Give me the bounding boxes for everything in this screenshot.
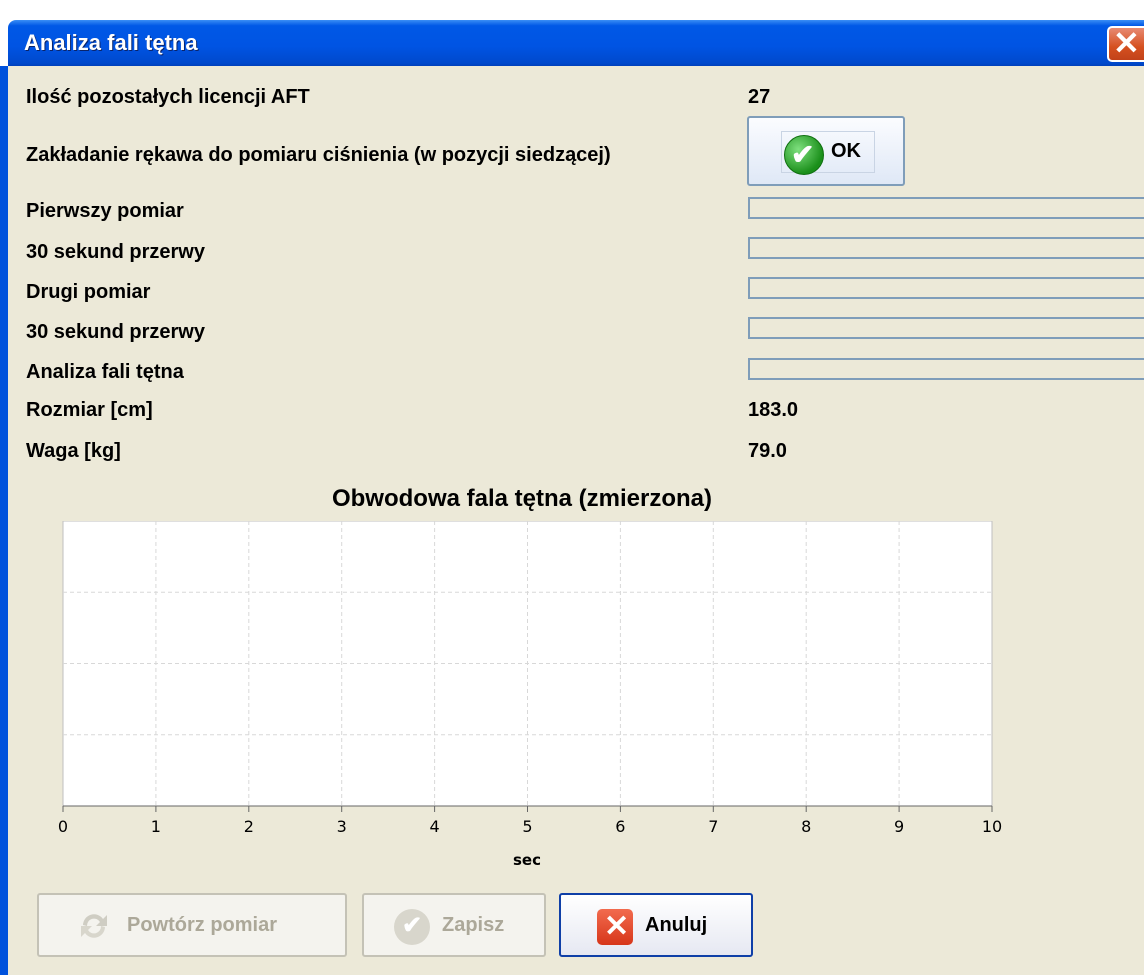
x-axis-label: sec [513, 851, 541, 869]
x-tick-label-5: 5 [522, 817, 532, 836]
close-icon: ✕ [597, 909, 633, 945]
progress-pulse-wave [748, 358, 1144, 380]
progress-first-measurement [748, 197, 1144, 219]
save-button[interactable]: ✔ Zapisz [362, 893, 546, 957]
chart-title: Obwodowa fala tętna (zmierzona) [331, 485, 713, 512]
close-icon: ✕ [1113, 25, 1140, 61]
ok-button[interactable]: ✔ OK [747, 116, 905, 186]
cancel-button-label: Anuluj [645, 914, 708, 936]
licenses-value: 27 [748, 86, 771, 108]
x-tick-label-10: 10 [982, 817, 1002, 836]
dialog-window: Analiza fali tętna ✕ Ilość pozostałych l… [0, 0, 1144, 975]
x-tick-label-3: 3 [337, 817, 347, 836]
close-button[interactable]: ✕ [1107, 25, 1144, 62]
title-bar[interactable]: Analiza fali tętna ✕ [0, 0, 1144, 68]
window-frame-left [0, 66, 8, 975]
x-tick-label-7: 7 [708, 817, 718, 836]
step-label-pulse-wave: Analiza fali tętna [26, 361, 184, 383]
x-tick-label-6: 6 [615, 817, 625, 836]
size-label: Rozmiar [cm] [26, 399, 153, 421]
progress-second-measurement [748, 277, 1144, 299]
x-tick-label-9: 9 [894, 817, 904, 836]
save-button-label: Zapisz [442, 914, 505, 936]
x-axis: 0 1 2 3 4 5 6 7 8 9 10 [58, 805, 1002, 836]
check-circle-icon: ✔ [394, 909, 430, 945]
step-label-pause-2: 30 sekund przerwy [26, 321, 205, 343]
x-tick-label-0: 0 [58, 817, 68, 836]
check-circle-icon: ✔ [784, 135, 824, 175]
refresh-icon [81, 914, 107, 938]
repeat-measurement-label: Powtórz pomiar [127, 914, 278, 936]
cuff-label: Zakładanie rękawa do pomiaru ciśnienia (… [26, 144, 611, 166]
step-label-second-measurement: Drugi pomiar [26, 281, 151, 303]
x-tick-label-4: 4 [430, 817, 440, 836]
progress-pause-1 [748, 237, 1144, 259]
x-tick-label-2: 2 [244, 817, 254, 836]
size-value: 183.0 [748, 399, 799, 421]
window-title: Analiza fali tętna [24, 30, 198, 55]
pulse-wave-chart: 0 1 2 3 4 5 6 7 8 9 10 sec [58, 521, 1002, 869]
weight-value: 79.0 [748, 440, 787, 462]
repeat-measurement-button[interactable]: Powtórz pomiar [37, 893, 347, 957]
ok-button-label: OK [831, 140, 861, 162]
cancel-button[interactable]: ✕ Anuluj [559, 893, 753, 957]
weight-label: Waga [kg] [26, 440, 121, 462]
x-tick-label-8: 8 [801, 817, 811, 836]
progress-pause-2 [748, 317, 1144, 339]
x-tick-label-1: 1 [151, 817, 161, 836]
licenses-label: Ilość pozostałych licencji AFT [26, 86, 310, 108]
step-label-pause-1: 30 sekund przerwy [26, 241, 205, 263]
dialog-content: Ilość pozostałych licencji AFT 27 Zakład… [8, 66, 1144, 975]
step-label-first-measurement: Pierwszy pomiar [26, 200, 184, 222]
